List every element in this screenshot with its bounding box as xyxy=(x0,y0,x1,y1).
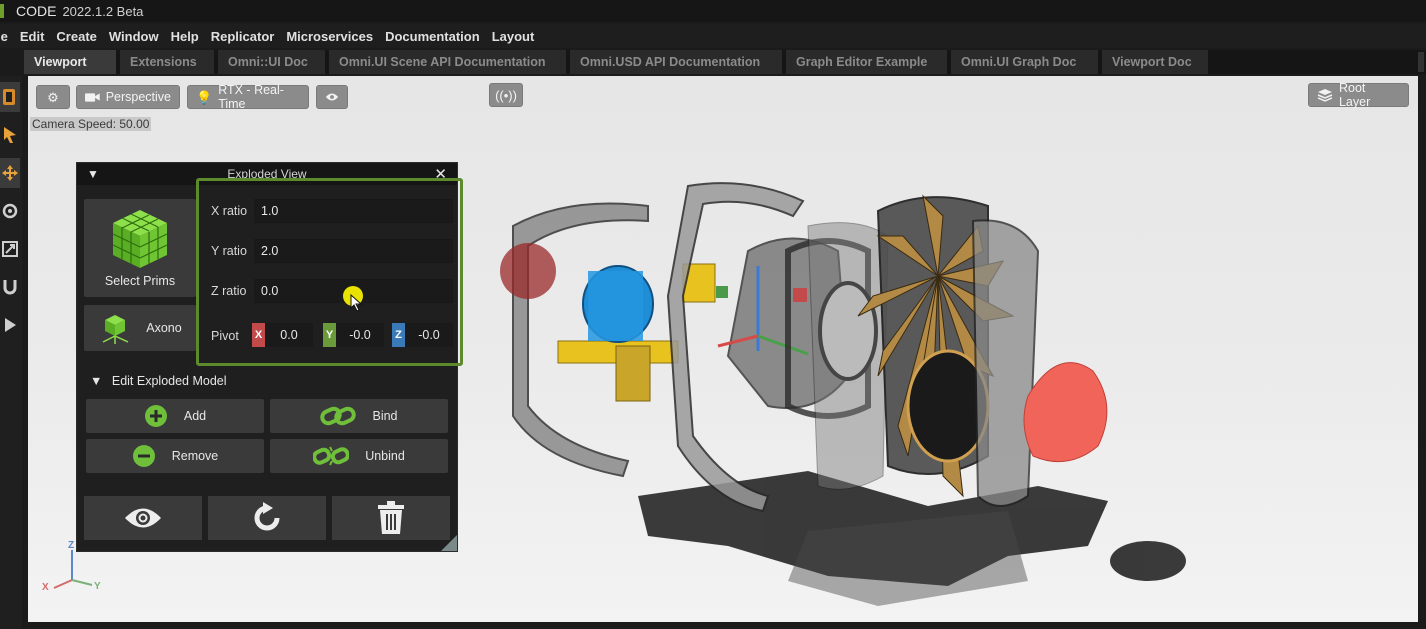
unbind-label: Unbind xyxy=(365,449,405,463)
rotate-icon xyxy=(2,203,18,219)
axis-y-label: Y xyxy=(94,581,101,592)
tab-bar: Viewport Extensions Omni::UI Doc Omni.UI… xyxy=(24,50,1426,74)
unbind-button[interactable]: Unbind xyxy=(270,439,448,473)
gear-icon: ⚙ xyxy=(47,89,59,105)
app-name: CODE xyxy=(16,3,57,19)
broadcast-icon: ((•)) xyxy=(495,87,517,103)
bind-button[interactable]: Bind xyxy=(270,399,448,433)
refresh-icon xyxy=(254,502,280,531)
snap-tool[interactable] xyxy=(0,272,20,302)
tab-graph-editor-example[interactable]: Graph Editor Example xyxy=(786,50,947,74)
link-icon xyxy=(320,406,357,426)
axono-label: Axono xyxy=(146,321,182,335)
move-tool[interactable] xyxy=(0,158,20,188)
unlink-icon xyxy=(313,446,350,466)
edit-exploded-model-header[interactable]: ▼ Edit Exploded Model xyxy=(90,374,227,388)
menu-edit[interactable]: Edit xyxy=(14,29,51,44)
viewport-settings-button[interactable]: ⚙ xyxy=(36,85,70,109)
reset-button[interactable] xyxy=(208,496,326,540)
renderer-button[interactable]: 💡 RTX - Real-Time xyxy=(187,83,309,111)
select-prims-label: Select Prims xyxy=(104,274,176,288)
section-collapse-icon: ▼ xyxy=(90,374,103,388)
menu-documentation[interactable]: Documentation xyxy=(379,29,486,44)
highlight-frame xyxy=(196,178,463,366)
trash-icon xyxy=(378,501,404,534)
collapse-icon[interactable]: ▼ xyxy=(87,167,99,181)
play-icon xyxy=(5,318,16,332)
menu-microservices[interactable]: Microservices xyxy=(280,29,379,44)
remove-button[interactable]: Remove xyxy=(86,439,264,473)
tab-viewport-doc[interactable]: Viewport Doc xyxy=(1102,50,1208,74)
delete-button[interactable] xyxy=(332,496,450,540)
menu-create[interactable]: Create xyxy=(50,29,102,44)
add-icon xyxy=(144,405,167,427)
play-tool[interactable] xyxy=(0,310,20,340)
toggle-visibility-button[interactable] xyxy=(84,496,202,540)
title-bar: CODE 2022.1.2 Beta xyxy=(0,0,1426,22)
app-version: 2022.1.2 Beta xyxy=(62,3,144,19)
cube-grid-icon xyxy=(112,210,168,268)
renderer-label: RTX - Real-Time xyxy=(218,83,284,111)
tab-scrollbar[interactable] xyxy=(1418,52,1424,72)
add-label: Add xyxy=(183,409,207,423)
tab-extensions[interactable]: Extensions xyxy=(120,50,214,74)
scale-tool[interactable] xyxy=(0,234,20,264)
camera-speed-readout: Camera Speed: 50.00 xyxy=(30,117,152,131)
camera-label: Perspective xyxy=(105,90,171,104)
bind-label: Bind xyxy=(372,409,398,423)
root-layer-button[interactable]: Root Layer xyxy=(1308,81,1409,109)
menu-replicator[interactable]: Replicator xyxy=(205,29,281,44)
camera-icon xyxy=(85,93,100,102)
pointer-tool[interactable] xyxy=(0,120,20,150)
tab-omni-ui-doc[interactable]: Omni::UI Doc xyxy=(218,50,325,74)
tab-viewport[interactable]: Viewport xyxy=(24,50,116,74)
axis-x-label: X xyxy=(42,582,49,593)
eye-icon xyxy=(325,93,339,101)
menu-bar: le Edit Create Window Help Replicator Mi… xyxy=(0,24,1426,48)
axono-icon xyxy=(102,315,129,344)
magnet-icon xyxy=(3,280,17,295)
remove-icon xyxy=(132,445,155,467)
tab-omni-ui-scene-api[interactable]: Omni.UI Scene API Documentation xyxy=(329,50,566,74)
select-tool[interactable] xyxy=(0,82,20,112)
menu-layout[interactable]: Layout xyxy=(486,29,541,44)
remove-label: Remove xyxy=(171,449,219,463)
visibility-button[interactable] xyxy=(316,85,348,109)
add-button[interactable]: Add xyxy=(86,399,264,433)
select-icon xyxy=(3,89,15,105)
axono-button[interactable]: Axono xyxy=(84,305,196,351)
menu-help[interactable]: Help xyxy=(165,29,205,44)
menu-window[interactable]: Window xyxy=(103,29,165,44)
layers-icon xyxy=(1317,89,1333,102)
left-toolbar xyxy=(0,76,22,629)
arrow-icon xyxy=(4,127,16,143)
menu-file[interactable]: le xyxy=(0,29,14,44)
tab-omni-ui-graph-doc[interactable]: Omni.UI Graph Doc xyxy=(951,50,1098,74)
section-title: Edit Exploded Model xyxy=(111,374,227,388)
move-icon xyxy=(2,165,18,181)
app-logo xyxy=(0,4,4,18)
axis-z-label: Z xyxy=(68,540,75,551)
mouse-pointer-icon xyxy=(350,294,363,312)
rotate-tool[interactable] xyxy=(0,196,20,226)
scale-icon xyxy=(2,241,18,257)
root-layer-label: Root Layer xyxy=(1338,81,1371,109)
eye-icon xyxy=(125,508,161,528)
bulb-icon: 💡 xyxy=(196,89,213,105)
camera-button[interactable]: Perspective xyxy=(76,85,180,109)
resize-handle[interactable] xyxy=(441,535,457,551)
stream-button[interactable]: ((•)) xyxy=(489,83,523,107)
select-prims-button[interactable]: Select Prims xyxy=(84,199,196,297)
tab-omni-usd-api[interactable]: Omni.USD API Documentation xyxy=(570,50,782,74)
